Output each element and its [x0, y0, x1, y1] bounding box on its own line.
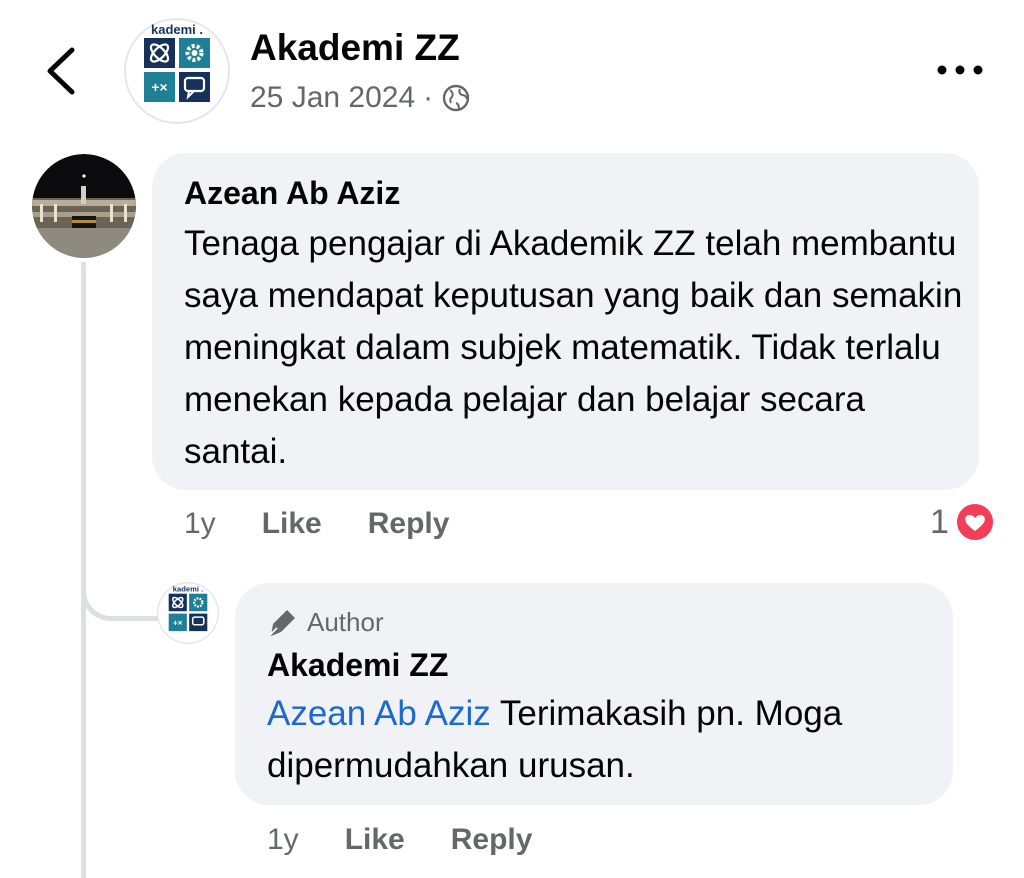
commenter-avatar[interactable] — [32, 154, 136, 258]
back-button[interactable] — [36, 36, 96, 106]
mention-link[interactable]: Azean Ab Aziz — [267, 694, 491, 733]
more-dots-icon — [937, 65, 983, 75]
like-button[interactable]: Like — [262, 507, 322, 541]
reply-button[interactable]: Reply — [368, 507, 450, 541]
meta-separator: · — [423, 81, 434, 114]
thread-branch — [81, 560, 158, 621]
globe-icon — [442, 84, 470, 112]
chevron-left-icon — [47, 47, 75, 95]
reaction-count: 1 — [930, 502, 949, 541]
svg-text:+×: +× — [151, 79, 167, 95]
reply-text: Azean Ab Aziz Terimakasih pn. Moga diper… — [267, 688, 937, 792]
reply-avatar[interactable]: kademi . +× — [157, 582, 219, 644]
author-badge: Author — [267, 604, 384, 640]
comment-text: Tenaga pengajar di Akademik ZZ telah mem… — [184, 224, 963, 471]
page-name[interactable]: Akademi ZZ — [250, 26, 460, 70]
comment-actions: 1y Like Reply — [184, 502, 449, 546]
reply-actions: 1y Like Reply — [267, 818, 532, 862]
svg-text:kademi .: kademi . — [173, 584, 203, 593]
comment-author[interactable]: Azean Ab Aziz — [184, 174, 400, 212]
reply-like-button[interactable]: Like — [345, 823, 405, 857]
reaction-summary[interactable]: 1 — [930, 500, 995, 544]
more-options-button[interactable] — [930, 52, 990, 88]
heart-reaction-icon — [954, 502, 995, 542]
author-badge-label: Author — [307, 606, 384, 637]
post-meta: 25 Jan 2024 · — [250, 80, 471, 116]
svg-text:+×: +× — [173, 618, 183, 627]
svg-text:kademi .: kademi . — [151, 22, 203, 37]
page-avatar[interactable]: kademi . +× — [124, 18, 230, 124]
reply-author[interactable]: Akademi ZZ — [267, 646, 448, 684]
reply-time[interactable]: 1y — [267, 823, 299, 857]
reply-reply-button[interactable]: Reply — [451, 823, 533, 857]
pen-icon — [269, 610, 295, 636]
page-logo-small: kademi . +× — [157, 582, 219, 644]
page-logo: kademi . +× — [124, 18, 230, 124]
comment-time[interactable]: 1y — [184, 507, 216, 541]
kaaba-photo — [32, 154, 136, 258]
post-date[interactable]: 25 Jan 2024 — [250, 81, 415, 115]
